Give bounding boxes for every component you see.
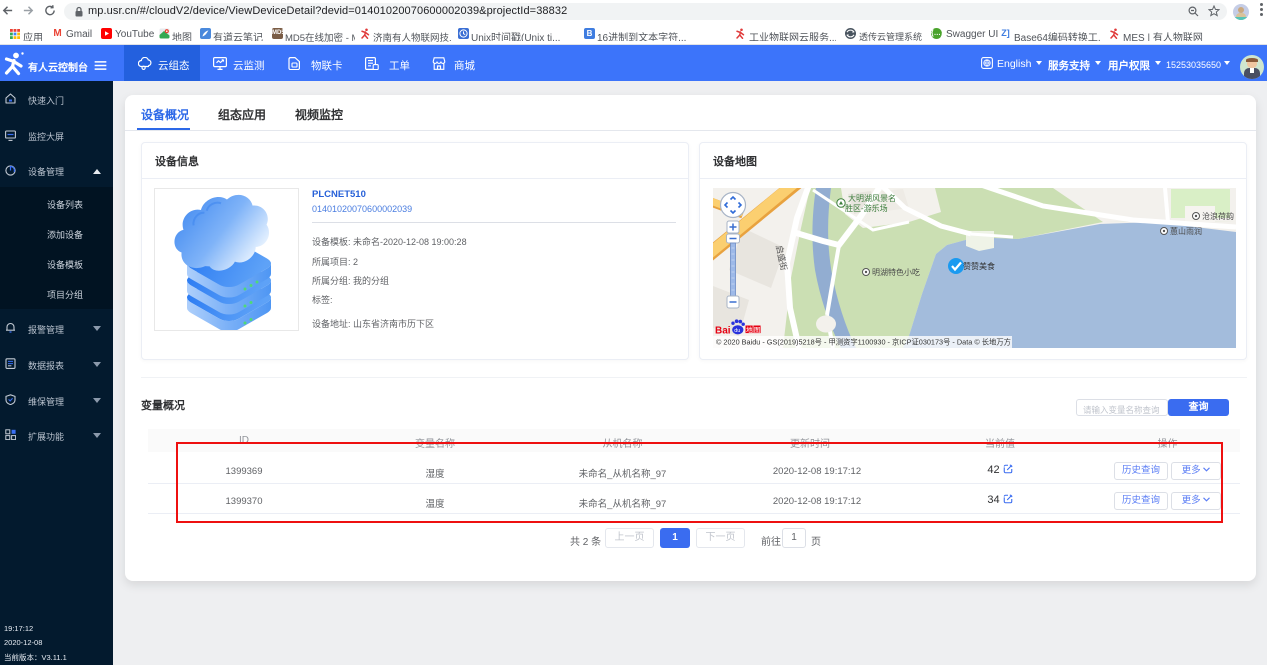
svg-text:明湖特色小吃: 明湖特色小吃	[872, 267, 920, 277]
svg-text:沧浪荷韵: 沧浪荷韵	[1202, 211, 1234, 221]
svg-text:地: 地	[746, 325, 753, 334]
svg-text:胜区-游乐场: 胜区-游乐场	[845, 203, 888, 213]
svg-text:© 2020 Baidu - GS(2019)5218号 -: © 2020 Baidu - GS(2019)5218号 - 甲测资字11009…	[716, 338, 1011, 347]
svg-text:蕙山雨润: 蕙山雨润	[1170, 226, 1202, 236]
svg-text:赞赞美食: 赞赞美食	[963, 261, 995, 271]
svg-text:Bai: Bai	[715, 326, 731, 337]
svg-text:图: 图	[754, 326, 761, 334]
svg-text:du: du	[734, 328, 740, 334]
svg-text:大明湖风景名: 大明湖风景名	[848, 193, 896, 203]
